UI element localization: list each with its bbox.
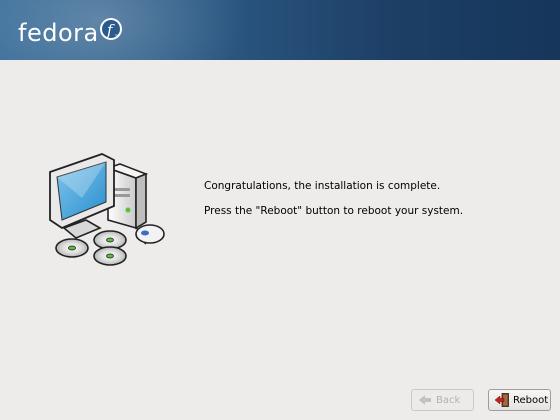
back-button[interactable]: Back: [411, 389, 474, 411]
completion-message: Congratulations, the installation is com…: [204, 179, 463, 218]
reboot-button-label: Reboot: [513, 394, 549, 406]
arrow-left-icon: [419, 395, 431, 405]
reboot-instruction: Press the "Reboot" button to reboot your…: [204, 205, 464, 217]
cd-disc: [93, 246, 127, 266]
mouse: [135, 224, 165, 245]
monitor: [49, 153, 115, 239]
reboot-button[interactable]: Reboot: [488, 389, 551, 411]
fedora-infinity-icon: f: [100, 18, 122, 40]
completion-line: Congratulations, the installation is com…: [204, 180, 441, 192]
logo-wordmark: fedora: [18, 19, 99, 47]
cd-disc: [55, 238, 89, 258]
header-banner: fedora f ™: [0, 0, 560, 60]
computer-illustration: [49, 153, 165, 266]
back-button-label: Back: [436, 394, 461, 406]
reboot-door-arrow-icon: [494, 393, 509, 407]
logo-trademark: ™: [114, 34, 119, 40]
